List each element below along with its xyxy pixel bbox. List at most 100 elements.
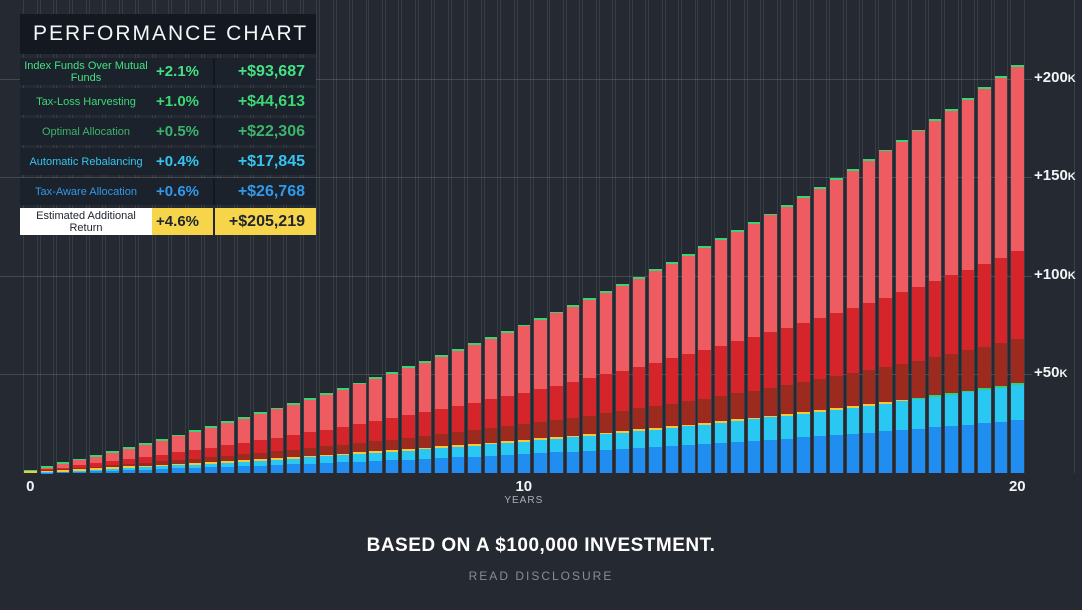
legend-row-amount: +$26,768: [213, 178, 316, 205]
stacked-bar-year-5.00[interactable]: [271, 408, 284, 473]
stacked-bar-year-19.67[interactable]: [995, 76, 1008, 473]
stacked-bar-year-11.33[interactable]: [583, 298, 596, 473]
stacked-bar-year-18.00[interactable]: [912, 130, 925, 473]
stacked-bar-year-12.33[interactable]: [633, 277, 646, 473]
stacked-bar-year-17.33[interactable]: [879, 150, 892, 473]
stacked-bar-year-2.00[interactable]: [123, 447, 136, 473]
stacked-bar-year-13.33[interactable]: [682, 254, 695, 473]
legend-row-label: Tax-Loss Harvesting: [20, 88, 152, 115]
stacked-bar-year-9.67[interactable]: [501, 331, 514, 473]
segment-tax-loss-harvesting: [764, 332, 777, 388]
stacked-bar-year-3.67[interactable]: [205, 426, 218, 473]
stacked-bar-year-14.33[interactable]: [731, 230, 744, 473]
stacked-bar-year-1.33[interactable]: [90, 455, 103, 473]
stacked-bar-year-6.00[interactable]: [320, 393, 333, 473]
segment-tax-aware-allocation: [287, 464, 300, 473]
segment-index-funds-over-mutual-funds: [353, 384, 366, 424]
segment-tax-aware-allocation: [90, 471, 103, 473]
stacked-bar-year-15.00[interactable]: [764, 214, 777, 473]
segment-index-funds-over-mutual-funds: [715, 240, 728, 346]
legend-row-percent: +0.5%: [152, 118, 213, 145]
stacked-bar-year-10.67[interactable]: [550, 312, 563, 473]
y-axis-tick-label: +200K: [1034, 69, 1076, 86]
stacked-bar-year-7.00[interactable]: [369, 377, 382, 473]
stacked-bar-year-12.67[interactable]: [649, 269, 662, 473]
stacked-bar-year-10.00[interactable]: [518, 325, 531, 473]
segment-tax-loss-harvesting: [978, 264, 991, 347]
segment-tax-loss-harvesting: [715, 346, 728, 396]
stacked-bar-year-0.33[interactable]: [41, 466, 54, 473]
segment-automatic-rebalancing: [369, 453, 382, 461]
stacked-bar-year-16.67[interactable]: [847, 169, 860, 473]
stacked-bar-year-16.00[interactable]: [814, 187, 827, 473]
legend-row-amount: +$44,613: [213, 88, 316, 115]
segment-automatic-rebalancing: [666, 428, 679, 446]
bar-track: [352, 0, 367, 473]
segment-tax-aware-allocation: [468, 457, 481, 474]
stacked-bar-year-7.67[interactable]: [402, 366, 415, 473]
stacked-bar-year-10.33[interactable]: [534, 318, 547, 473]
stacked-bar-year-8.33[interactable]: [435, 355, 448, 473]
stacked-bar-year-18.67[interactable]: [945, 109, 958, 473]
segment-tax-loss-harvesting: [452, 406, 465, 432]
stacked-bar-year-11.67[interactable]: [600, 291, 613, 473]
stacked-bar-year-1.67[interactable]: [106, 451, 119, 473]
stacked-bar-year-15.67[interactable]: [797, 196, 810, 473]
stacked-bar-year-15.33[interactable]: [781, 205, 794, 473]
segment-tax-loss-harvesting: [633, 367, 646, 409]
stacked-bar-year-5.33[interactable]: [287, 403, 300, 473]
stacked-bar-year-5.67[interactable]: [304, 398, 317, 473]
stacked-bar-year-13.00[interactable]: [666, 262, 679, 473]
stacked-bar-year-2.33[interactable]: [139, 443, 152, 473]
stacked-bar-year-17.67[interactable]: [896, 140, 909, 473]
segment-optimal-allocation: [781, 385, 794, 414]
stacked-bar-year-4.33[interactable]: [238, 417, 251, 473]
stacked-bar-year-19.33[interactable]: [978, 87, 991, 473]
stacked-bar-year-16.33[interactable]: [830, 178, 843, 473]
stacked-bar-year-9.00[interactable]: [468, 343, 481, 473]
segment-tax-loss-harvesting: [320, 430, 333, 447]
bar-track: [632, 0, 647, 473]
bar-track: [977, 0, 992, 473]
stacked-bar-year-4.67[interactable]: [254, 412, 267, 473]
stacked-bar-year-11.00[interactable]: [567, 305, 580, 473]
stacked-bar-year-1.00[interactable]: [73, 459, 86, 473]
stacked-bar-year-6.33[interactable]: [337, 388, 350, 473]
segment-optimal-allocation: [616, 411, 629, 431]
stacked-bar-year-7.33[interactable]: [386, 372, 399, 473]
stacked-bar-year-0.67[interactable]: [57, 462, 70, 473]
stacked-bar-year-18.33[interactable]: [929, 119, 942, 473]
read-disclosure-link[interactable]: READ DISCLOSURE: [0, 569, 1082, 583]
stacked-bar-year-6.67[interactable]: [353, 383, 366, 473]
segment-automatic-rebalancing: [386, 452, 399, 461]
stacked-bar-year-8.00[interactable]: [419, 361, 432, 473]
segment-automatic-rebalancing: [320, 456, 333, 463]
segment-tax-aware-allocation: [633, 448, 646, 473]
segment-tax-loss-harvesting: [995, 258, 1008, 344]
bar-track: [878, 0, 893, 473]
segment-tax-loss-harvesting: [501, 396, 514, 426]
stacked-bar-year-20.00[interactable]: [1011, 65, 1024, 473]
segment-tax-loss-harvesting: [369, 421, 382, 441]
bar-track: [385, 0, 400, 473]
stacked-bar-year-14.67[interactable]: [748, 222, 761, 473]
stacked-bar-year-17.00[interactable]: [863, 159, 876, 473]
legend-row-amount: +$17,845: [213, 148, 316, 175]
stacked-bar-year-19.00[interactable]: [962, 98, 975, 473]
legend-row-amount: +$22,306: [213, 118, 316, 145]
bar-track: [434, 0, 449, 473]
segment-tax-aware-allocation: [435, 458, 448, 473]
segment-tax-aware-allocation: [748, 441, 761, 473]
stacked-bar-year-3.00[interactable]: [172, 435, 185, 473]
stacked-bar-year-4.00[interactable]: [221, 421, 234, 473]
stacked-bar-year-2.67[interactable]: [156, 439, 169, 473]
segment-optimal-allocation: [501, 426, 514, 441]
stacked-bar-year-0.00[interactable]: [24, 470, 37, 473]
stacked-bar-year-12.00[interactable]: [616, 284, 629, 473]
stacked-bar-year-14.00[interactable]: [715, 238, 728, 473]
bar-track: [747, 0, 762, 473]
stacked-bar-year-9.33[interactable]: [485, 337, 498, 473]
stacked-bar-year-13.67[interactable]: [698, 246, 711, 473]
stacked-bar-year-3.33[interactable]: [189, 430, 202, 473]
stacked-bar-year-8.67[interactable]: [452, 349, 465, 473]
